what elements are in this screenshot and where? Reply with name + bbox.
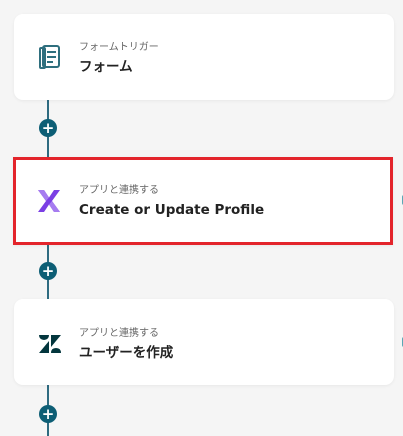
klaviyo-x-icon [34,186,64,216]
step-subtitle: フォームトリガー [79,42,159,53]
zendesk-logo-icon [35,329,65,359]
add-step-button[interactable]: + [39,262,57,280]
step-text: フォームトリガー フォーム [79,41,159,76]
add-step-button[interactable]: + [39,405,57,423]
flow-step-create-or-update-profile[interactable]: アプリと連携する Create or Update Profile [13,157,393,245]
step-text: アプリと連携する ユーザーを作成 [79,327,173,362]
flow-step-form-trigger[interactable]: フォームトリガー フォーム [14,14,394,100]
form-document-icon [35,42,65,72]
add-step-button[interactable]: + [39,119,57,137]
step-subtitle: アプリと連携する [79,328,159,339]
step-text: アプリと連携する Create or Update Profile [79,184,264,219]
flow-step-create-user[interactable]: アプリと連携する ユーザーを作成 [14,299,394,385]
step-title: Create or Update Profile [79,202,265,218]
step-subtitle: アプリと連携する [79,185,159,196]
step-title: ユーザーを作成 [79,345,174,361]
flow-canvas: フォームトリガー フォーム + アプリと連携する Create or Updat… [0,0,403,436]
step-title: フォーム [79,59,133,75]
